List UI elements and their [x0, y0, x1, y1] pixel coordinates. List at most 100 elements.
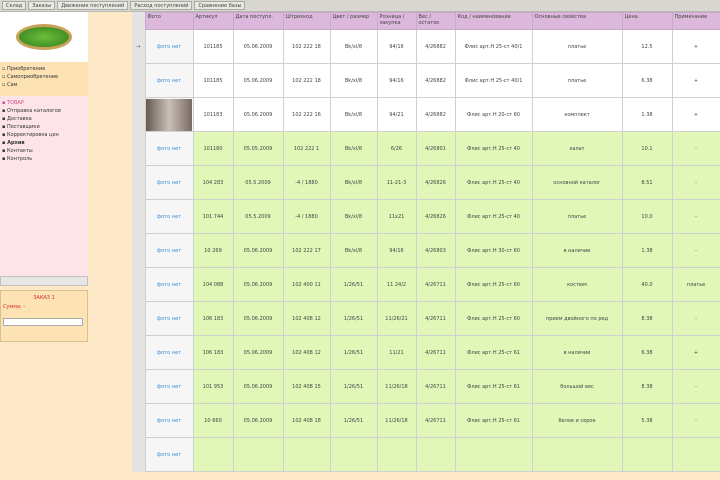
table-row[interactable]: фото нет 101 744 05.5.2009 -4 / 1880 Bk/xl/8… [132, 199, 720, 234]
nav-item-label: ТОВАР [6, 100, 24, 106]
menu-item[interactable]: ▫ Сам [2, 81, 86, 89]
photo-link[interactable]: фото нет [157, 452, 181, 458]
photo-link[interactable]: фото нет [157, 316, 181, 322]
column-header[interactable]: Основные свойства [531, 12, 623, 30]
table-row[interactable]: фото нет 104 088 05.06.2009 102 400 11 1/26/… [132, 267, 720, 302]
table-cell: 1/26/51 [329, 335, 378, 370]
table-cell: 4/26711 [415, 301, 456, 336]
table-row[interactable]: фото нет 106 183 05.06.2009 102 408 12 1/26/… [132, 301, 720, 336]
column-header[interactable]: Цена [621, 12, 673, 30]
table-cell: 101185 [192, 63, 234, 98]
nav-item[interactable]: ▪ Доставка [2, 115, 86, 123]
column-header[interactable]: Цвет / размер [329, 12, 378, 30]
top-tab[interactable]: Движение поступлений [57, 1, 129, 10]
table-row[interactable]: фото нет 10 269 05.06.2009 102 222 17 Bk/xl/… [132, 233, 720, 268]
table-cell: Флис арт.Н 25-ст 40 [454, 131, 533, 166]
table-cell: 102 408 18 [282, 403, 331, 438]
photo-link[interactable]: фото нет [157, 180, 181, 186]
photo-link[interactable]: фото нет [157, 214, 181, 220]
nav-item[interactable]: ▪ Поставщики [2, 123, 86, 131]
table-row[interactable]: фото нет 101180 05.05.2009 102 222 1 Bk/xl/8… [132, 131, 720, 166]
table-cell [232, 437, 284, 472]
table-cell: 1/26/51 [329, 301, 378, 336]
row-gutter [132, 335, 145, 370]
table-cell: 05.06.2009 [232, 233, 284, 268]
table-row[interactable]: фото нет 101185 05.06.2009 102 222 18 Bk/xl/… [132, 63, 720, 98]
table-cell: 4/26711 [415, 335, 456, 370]
gutter-header [132, 12, 145, 30]
column-header[interactable]: Артикул [192, 12, 234, 30]
table-cell: 1/26/51 [329, 267, 378, 302]
photo-cell: фото нет [144, 267, 194, 302]
photo-link[interactable]: фото нет [157, 384, 181, 390]
table-cell: -4 / 1880 [282, 199, 331, 234]
nav-item-label: Контакты [6, 148, 33, 154]
table-cell: костюм [531, 267, 623, 302]
photo-link[interactable]: фото нет [157, 418, 181, 424]
table-cell: халат [531, 131, 623, 166]
table-cell: 101183 [192, 97, 234, 132]
top-tab[interactable]: Склад [2, 1, 27, 10]
table-cell: 94/16 [376, 63, 417, 98]
column-header[interactable]: Розница / закупка [376, 12, 417, 30]
table-row[interactable]: фото нет 101 953 05.06.2009 102 408 15 1/26/… [132, 369, 720, 404]
nav-item[interactable]: ▪ Отправка каталогов [2, 107, 86, 115]
column-header[interactable]: Вес / остаток [415, 12, 456, 30]
table-cell: 101185 [192, 29, 234, 64]
top-tab[interactable]: Расход поступлений [130, 1, 193, 10]
products-table-area: Фото Артикул Дата поступл. Штрихкод Цвет / р… [132, 12, 720, 472]
table-cell: 40.0 [621, 267, 673, 302]
photo-link[interactable]: фото нет [157, 248, 181, 254]
table-cell [282, 437, 331, 472]
nav-item[interactable]: ▪ Контроль [2, 155, 86, 163]
photo-link[interactable]: фото нет [157, 146, 181, 152]
order-input[interactable] [3, 318, 83, 326]
table-cell: 05.06.2009 [232, 403, 284, 438]
column-header[interactable]: Примечание [671, 12, 720, 30]
menu-item[interactable]: ▫ Приобретение [2, 65, 86, 73]
menu-item[interactable]: ▫ Самоприобретение [2, 73, 86, 81]
column-header[interactable]: Код / наименование [454, 12, 533, 30]
column-header[interactable]: Дата поступл. [232, 12, 284, 30]
photo-link[interactable]: фото нет [157, 350, 181, 356]
nav-item-label: Доставка [6, 116, 32, 122]
product-thumbnail[interactable] [146, 98, 192, 131]
row-gutter [132, 199, 145, 234]
table-row[interactable]: фото нет 104 283 05.5.2009 -4 / 1880 Bk/xl/8… [132, 165, 720, 200]
table-cell: - [671, 199, 720, 234]
table-cell: 102 408 12 [282, 301, 331, 336]
nav-item[interactable]: ▪ Архив [2, 139, 86, 147]
table-row[interactable]: фото нет 10 660 05.06.2009 102 408 18 1/26/5… [132, 403, 720, 438]
table-cell: 11/26/18 [376, 369, 417, 404]
table-cell: большой вес [531, 369, 623, 404]
menu-item-label: Сам [6, 82, 18, 88]
top-tab[interactable]: Заказы [28, 1, 56, 10]
table-cell: Флис арт.Н 25-ст 40/1 [454, 29, 533, 64]
photo-link[interactable]: фото нет [157, 282, 181, 288]
photo-link[interactable]: фото нет [157, 44, 181, 50]
nav-item[interactable]: ▪ Корректировка цен [2, 131, 86, 139]
nav-item[interactable]: ▪ Контакты [2, 147, 86, 155]
table-cell: 12.5 [621, 29, 673, 64]
table-cell: 102 408 15 [282, 369, 331, 404]
nav-item-label: Контроль [6, 156, 33, 162]
column-header[interactable]: Фото [144, 12, 194, 30]
row-gutter [132, 131, 145, 166]
table-cell: 05.06.2009 [232, 63, 284, 98]
horizontal-scrollbar[interactable] [0, 276, 88, 286]
nav-item[interactable]: ▪ ТОВАР [2, 99, 86, 107]
table-cell: 4/26711 [415, 369, 456, 404]
table-row[interactable]: → фото нет 101185 05.06.2009 102 222 18 Bk/xl… [132, 29, 720, 64]
table-row[interactable]: фото нет [132, 437, 720, 472]
photo-link[interactable]: фото нет [157, 78, 181, 84]
table-row[interactable]: 101183 05.06.2009 102 222 16 Bk/xl/8 94/21 4/… [132, 97, 720, 132]
table-cell: + [671, 97, 720, 132]
top-tab[interactable]: Сравнение базы [194, 1, 246, 10]
table-cell: Флис арт.Н 25-ст 40 [454, 165, 533, 200]
table-cell: 5.38 [621, 403, 673, 438]
row-gutter [132, 267, 145, 302]
table-row[interactable]: фото нет 106 183 05.06.2009 102 408 12 1/26/… [132, 335, 720, 370]
table-cell: 8.38 [621, 369, 673, 404]
table-cell: 05.06.2009 [232, 301, 284, 336]
column-header[interactable]: Штрихкод [282, 12, 331, 30]
